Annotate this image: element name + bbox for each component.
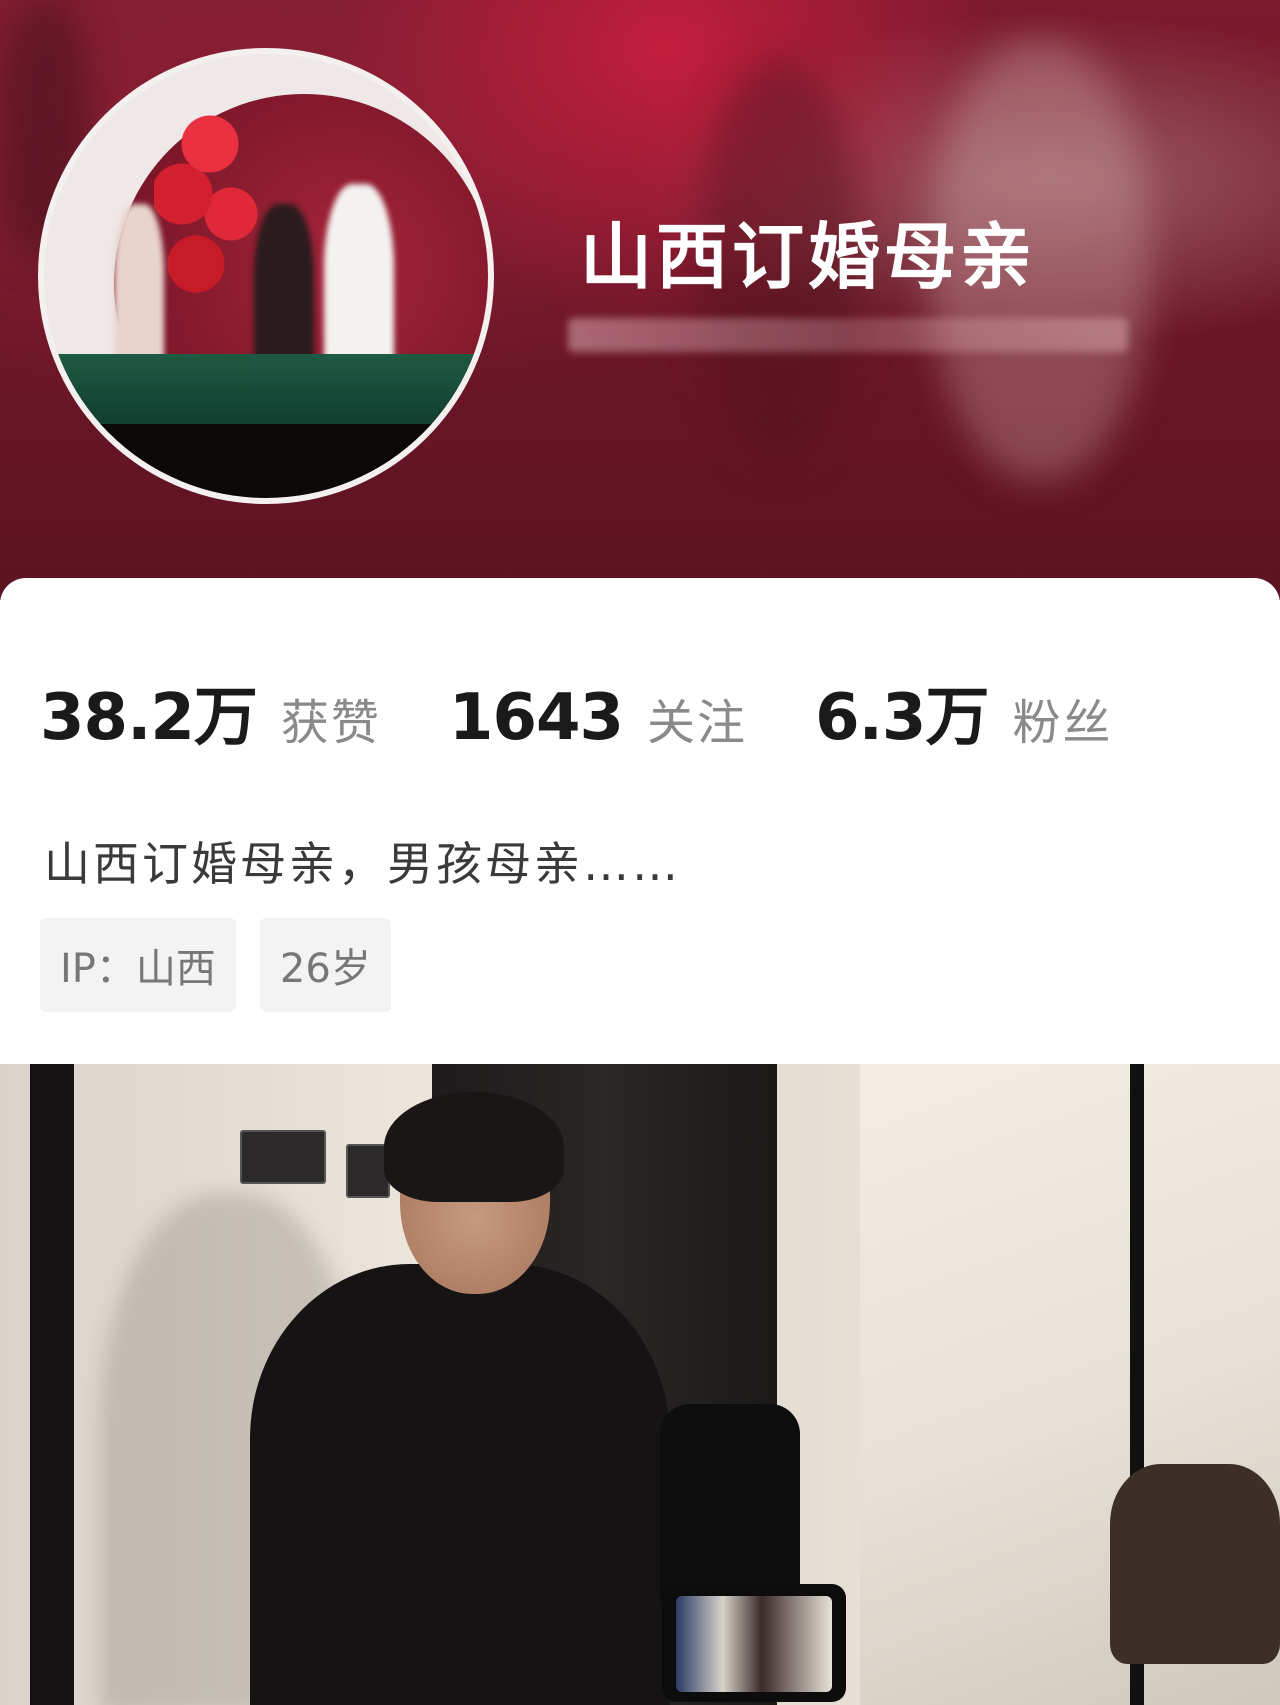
interview-photo (0, 1064, 1280, 1705)
profile-info-card: 38.2万 获赞 1643 关注 6.3万 粉丝 山西订婚母亲，男孩母亲…… I… (0, 578, 1280, 1060)
profile-bio: 山西订婚母亲，男孩母亲…… (44, 837, 681, 891)
avatar-table (44, 354, 488, 434)
stat-likes-label: 获赞 (280, 695, 381, 751)
profile-tags: IP：山西 26岁 (40, 918, 415, 1012)
profile-nickname: 山西订婚母亲 (580, 215, 1037, 299)
stat-followers-label: 粉丝 (1012, 695, 1113, 751)
avatar-person (114, 204, 164, 374)
stat-likes[interactable]: 38.2万 获赞 (40, 666, 381, 758)
stat-followers-value: 6.3万 (815, 681, 989, 755)
photo-handbag (1110, 1464, 1280, 1664)
photo-camera-preview (676, 1596, 832, 1692)
avatar[interactable] (38, 48, 494, 504)
avatar-floor (44, 424, 488, 498)
photo-person-body (250, 1264, 670, 1705)
stat-following-value: 1643 (448, 681, 624, 755)
photo-light-switch (240, 1130, 326, 1184)
stat-likes-value: 38.2万 (40, 681, 258, 755)
account-id-blurred (568, 318, 1128, 352)
photo-door-frame (30, 1064, 74, 1705)
photo-person-hair (384, 1092, 564, 1202)
tag-age: 26岁 (259, 918, 391, 1012)
stat-following-label: 关注 (647, 695, 748, 751)
stat-followers[interactable]: 6.3万 粉丝 (815, 666, 1112, 758)
profile-stats: 38.2万 获赞 1643 关注 6.3万 粉丝 (40, 666, 1180, 758)
profile-header: 山西订婚母亲 (0, 0, 1280, 600)
tag-ip-location: IP：山西 (40, 918, 236, 1012)
stat-following[interactable]: 1643 关注 (449, 681, 747, 755)
